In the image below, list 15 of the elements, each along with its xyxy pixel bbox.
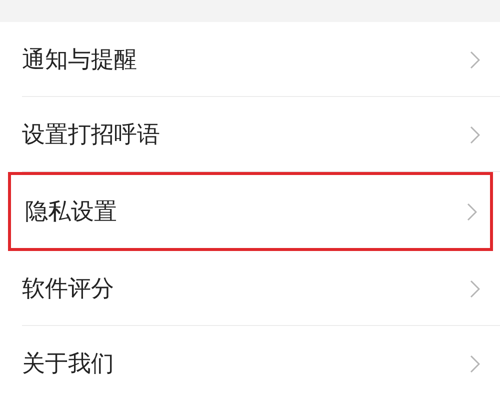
menu-item[interactable]: 关于我们 [0,326,500,400]
highlighted-menu-item[interactable]: 隐私设置 [8,172,493,251]
menu-item-label: 软件评分 [22,275,115,304]
chevron-right-icon [470,50,480,68]
chevron-right-icon [467,202,477,220]
menu-item[interactable]: 设置打招呼语 [0,97,500,172]
menu-item[interactable]: 软件评分 [0,251,500,326]
chevron-right-icon [470,354,480,372]
chevron-right-icon [470,126,480,144]
menu-item[interactable]: 通知与提醒 [0,22,500,97]
menu-item-label: 隐私设置 [25,198,118,227]
chevron-right-icon [470,280,480,298]
menu-item-label: 设置打招呼语 [22,121,161,150]
menu-item-label: 通知与提醒 [22,46,138,75]
menu-item-label: 关于我们 [22,350,115,379]
